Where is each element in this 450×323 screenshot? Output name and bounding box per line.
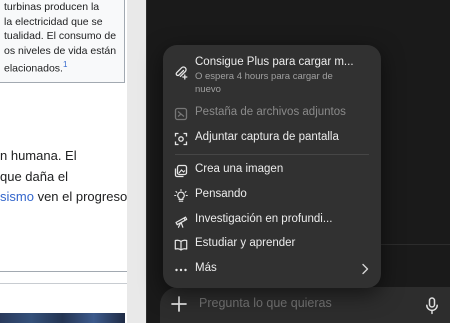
article-link[interactable]: sismo xyxy=(0,189,34,204)
menu-item-screenshot[interactable]: Adjuntar captura de pantalla xyxy=(163,127,381,151)
paragraph-text: ven el progreso xyxy=(33,189,127,204)
menu-item-label: Más xyxy=(195,262,217,274)
prompt-input[interactable] xyxy=(199,296,399,310)
background-webpage: turbinas producen la la electricidad que… xyxy=(0,0,127,323)
image-icon xyxy=(174,164,188,178)
upgrade-plus-item[interactable]: Consigue Plus para cargar m... O espera … xyxy=(163,54,381,99)
infobox-line: la electricidad que se xyxy=(4,15,103,28)
upgrade-subtitle: O espera 4 hours para cargar de nuevo xyxy=(195,71,333,96)
panel-border xyxy=(146,0,147,323)
infobox-line-last: elacionados.1 xyxy=(4,58,120,76)
paragraph-line-3: sismo ven el progreso xyxy=(0,187,127,208)
infobox-line: os niveles de vida están xyxy=(4,44,117,57)
screenshot-icon xyxy=(174,132,188,146)
paragraph-line: n humana. El xyxy=(0,148,77,163)
menu-item-create-image[interactable]: Crea una imagen xyxy=(163,159,381,183)
thumb-border xyxy=(0,283,127,284)
more-icon xyxy=(175,268,187,272)
menu-item-label: Crea una imagen xyxy=(195,163,284,175)
plus-button[interactable] xyxy=(168,293,190,315)
menu-item-study[interactable]: Estudiar y aprender xyxy=(163,233,381,257)
window-divider xyxy=(127,0,146,323)
attach-menu: Consigue Plus para cargar m... O espera … xyxy=(163,45,381,288)
tab-attach-icon xyxy=(174,107,188,121)
mic-icon xyxy=(426,297,438,315)
menu-item-label: Pestaña de archivos adjuntos xyxy=(195,106,346,118)
infobox-line: turbinas producen la xyxy=(4,1,100,13)
chevron-right-icon xyxy=(362,263,369,275)
infobox-line-text: elacionados. xyxy=(4,62,63,75)
menu-item-label: Adjuntar captura de pantalla xyxy=(195,131,339,143)
lightbulb-icon xyxy=(174,189,188,202)
plus-icon xyxy=(171,296,187,312)
upload-clip-icon xyxy=(175,66,188,80)
menu-item-tab-attach: Pestaña de archivos adjuntos xyxy=(163,102,381,126)
book-icon xyxy=(174,239,188,251)
upgrade-title: Consigue Plus para cargar m... xyxy=(195,56,354,68)
menu-item-label: Estudiar y aprender xyxy=(195,237,296,249)
upgrade-sub-line1: O espera 4 hours para cargar de xyxy=(195,71,333,82)
menu-item-deep-research[interactable]: Investigación en profundi... xyxy=(163,209,381,233)
footnote-link[interactable]: 1 xyxy=(63,60,67,69)
upgrade-sub-line2: nuevo xyxy=(195,83,221,95)
section-divider xyxy=(0,271,127,272)
infobox: turbinas producen la la electricidad que… xyxy=(0,0,125,83)
telescope-icon xyxy=(175,216,188,228)
mic-button[interactable] xyxy=(424,297,440,315)
article-paragraph: n humana. El que daña el sismo ven el pr… xyxy=(0,146,127,208)
thumbnail-image xyxy=(0,313,125,323)
menu-item-label: Pensando xyxy=(195,188,247,200)
paragraph-line: que daña el xyxy=(0,168,68,184)
menu-item-thinking[interactable]: Pensando xyxy=(163,184,381,208)
menu-item-more[interactable]: Más xyxy=(163,258,381,282)
infobox-line: tualidad. El consumo de xyxy=(4,30,117,43)
menu-separator xyxy=(175,154,369,155)
menu-item-label: Investigación en profundi... xyxy=(195,213,333,225)
